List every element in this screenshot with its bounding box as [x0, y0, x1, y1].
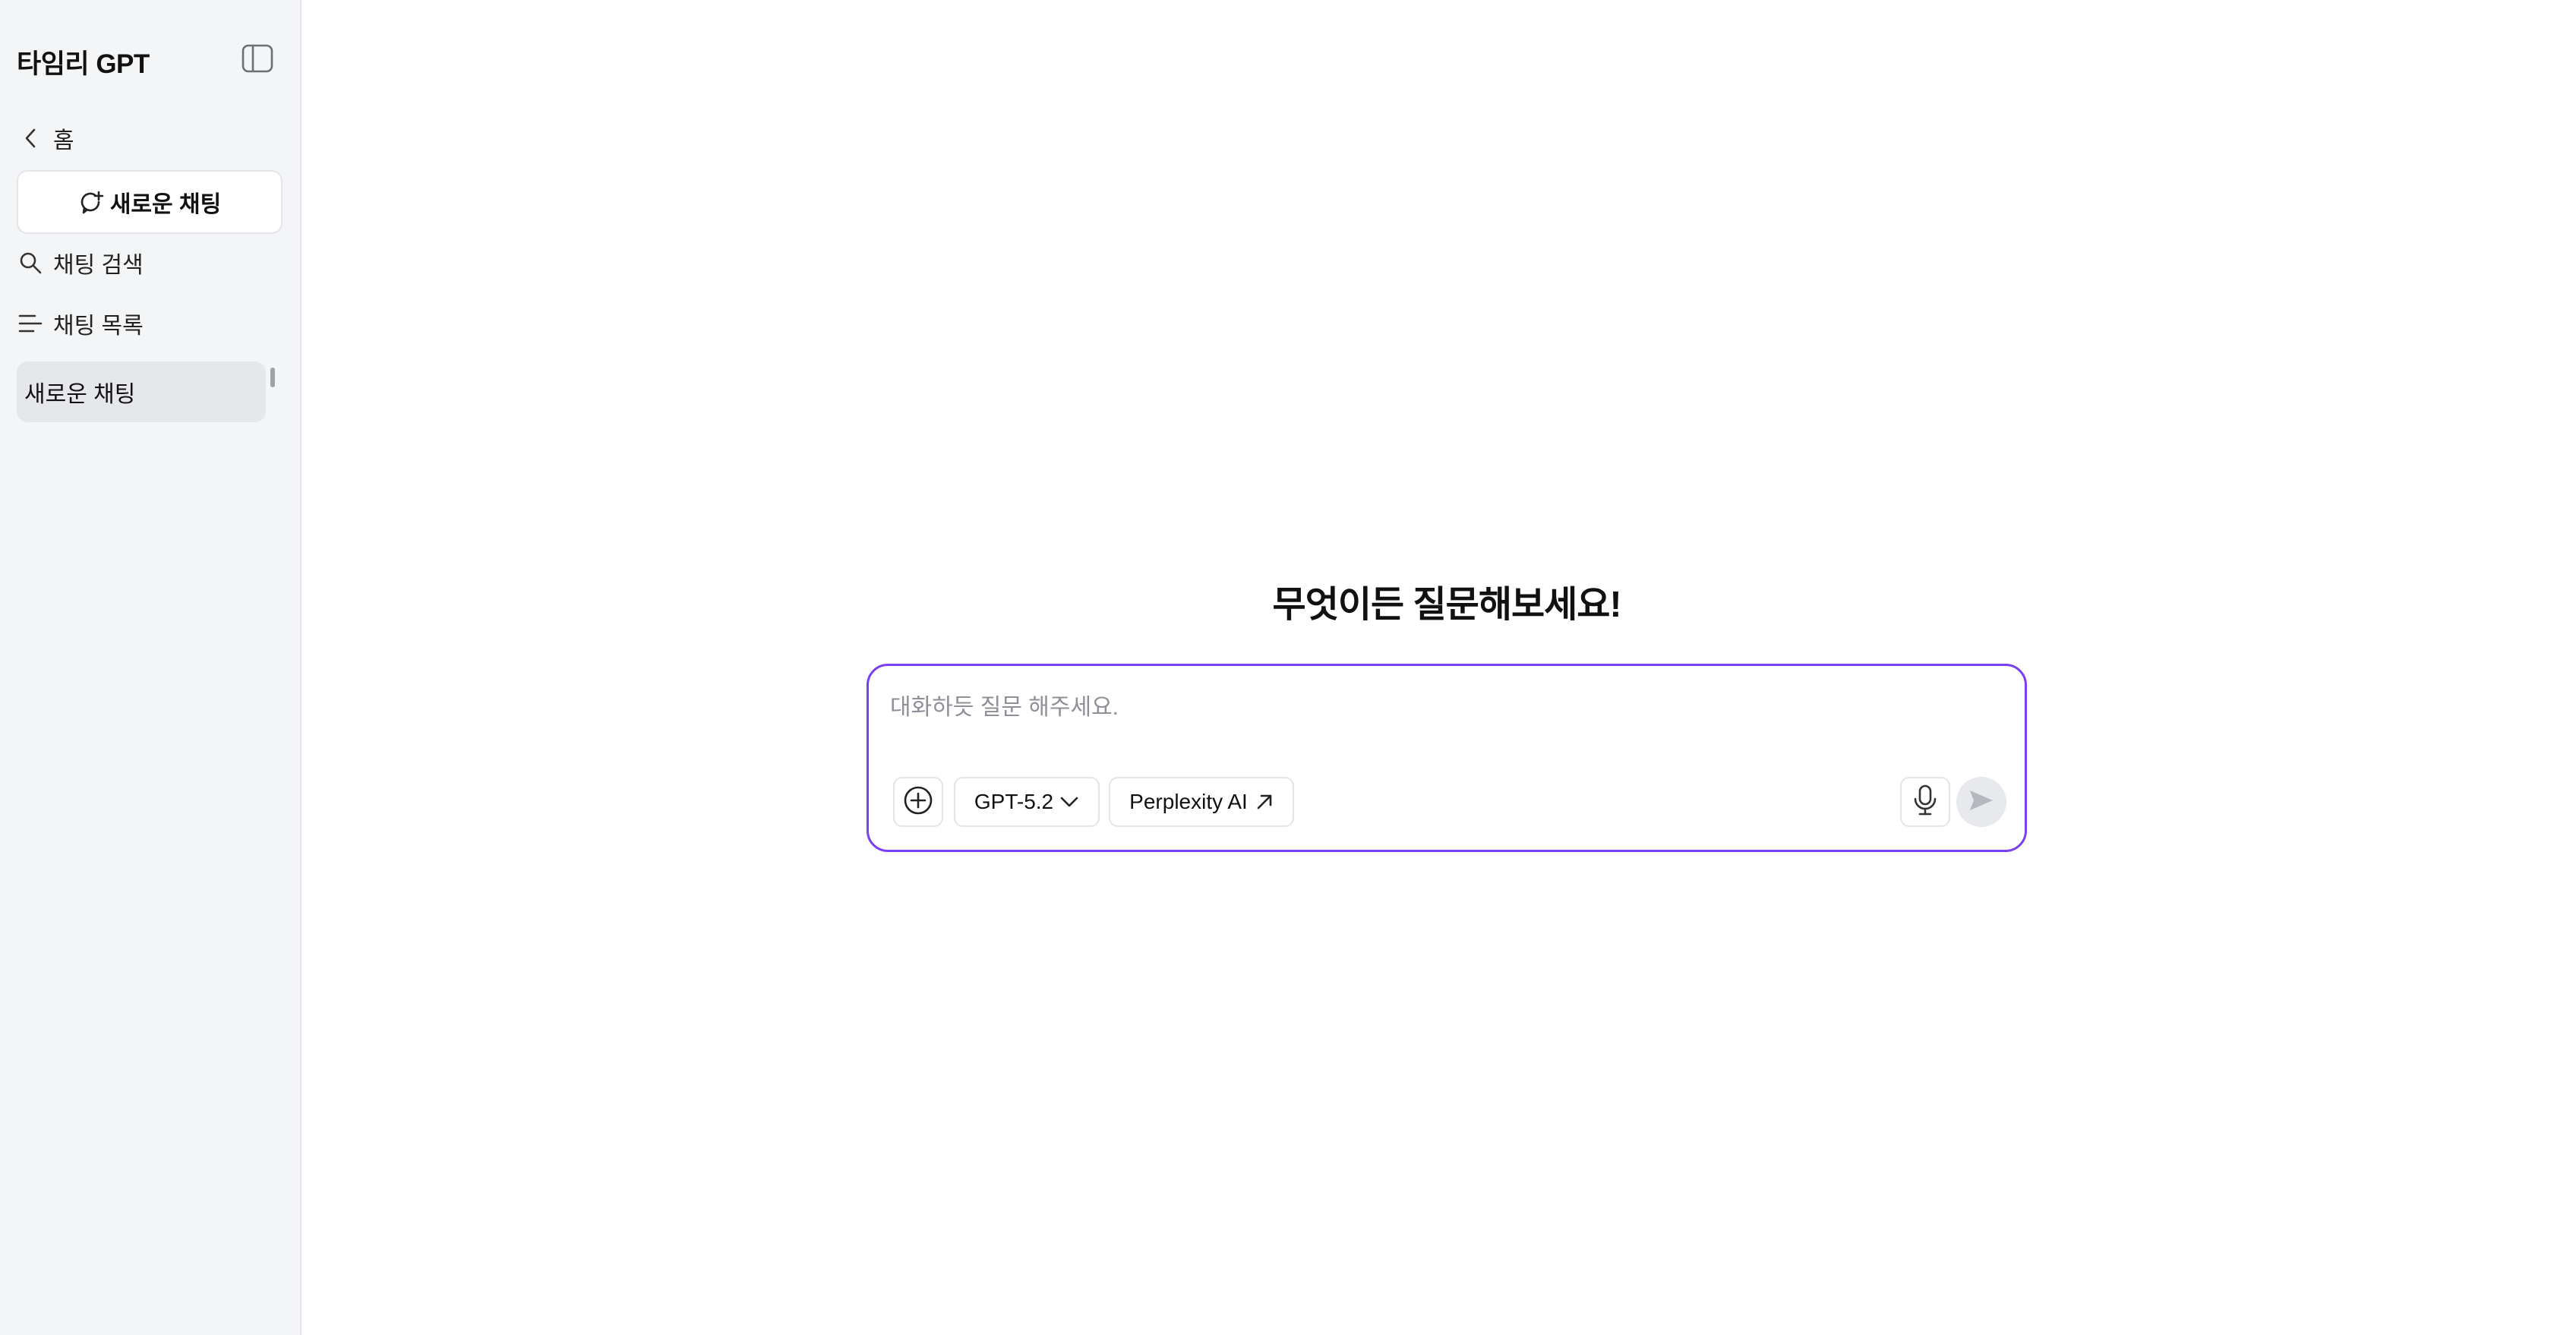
sidebar-toggle-button[interactable] [240, 44, 275, 76]
perplexity-label: Perplexity AI [1129, 790, 1248, 813]
microphone-button[interactable] [1900, 777, 1950, 827]
send-icon [1968, 788, 1995, 816]
chat-list-label: 채팅 목록 [53, 314, 144, 339]
chevron-down-icon [1059, 796, 1079, 808]
page-headline: 무엇이든 질문해보세요! [1272, 585, 1622, 625]
microphone-icon [1911, 784, 1939, 821]
list-icon [17, 310, 44, 337]
send-button[interactable] [1956, 777, 2006, 827]
chat-list-link[interactable]: 채팅 목록 [17, 299, 144, 348]
chat-search-link[interactable]: 채팅 검색 [17, 238, 144, 287]
new-chat-button[interactable]: 새로운 채팅 [17, 170, 283, 234]
attach-button[interactable] [893, 777, 943, 827]
chat-input[interactable] [890, 689, 1999, 727]
sidebar: 타임리 GPT 홈 새로운 채팅 채팅 검색 채팅 목록 새로운 채팅 [0, 0, 301, 1335]
chat-composer: GPT-5.2 Perplexity AI [867, 664, 2027, 852]
arrow-up-right-icon [1255, 793, 1274, 811]
perplexity-link-button[interactable]: Perplexity AI [1109, 777, 1294, 827]
chevron-left-icon [17, 125, 44, 152]
model-select[interactable]: GPT-5.2 [954, 777, 1100, 827]
home-label: 홈 [53, 128, 74, 153]
app-window: 타임리 GPT 홈 새로운 채팅 채팅 검색 채팅 목록 새로운 채팅 무엇이든… [0, 0, 2576, 1335]
brand-title: 타임리 GPT [17, 49, 150, 79]
chat-list-item[interactable]: 새로운 채팅 [17, 361, 266, 422]
new-chat-label: 새로운 채팅 [109, 192, 222, 217]
plus-circle-icon [903, 785, 933, 819]
chat-search-label: 채팅 검색 [53, 253, 144, 278]
chat-item-title: 새로운 채팅 [24, 382, 136, 407]
new-chat-icon [78, 189, 104, 215]
model-select-label: GPT-5.2 [974, 790, 1054, 813]
sidebar-toggle-icon [242, 44, 273, 77]
sidebar-scrollbar[interactable] [270, 368, 275, 387]
home-link[interactable]: 홈 [17, 114, 74, 163]
search-icon [17, 249, 44, 276]
